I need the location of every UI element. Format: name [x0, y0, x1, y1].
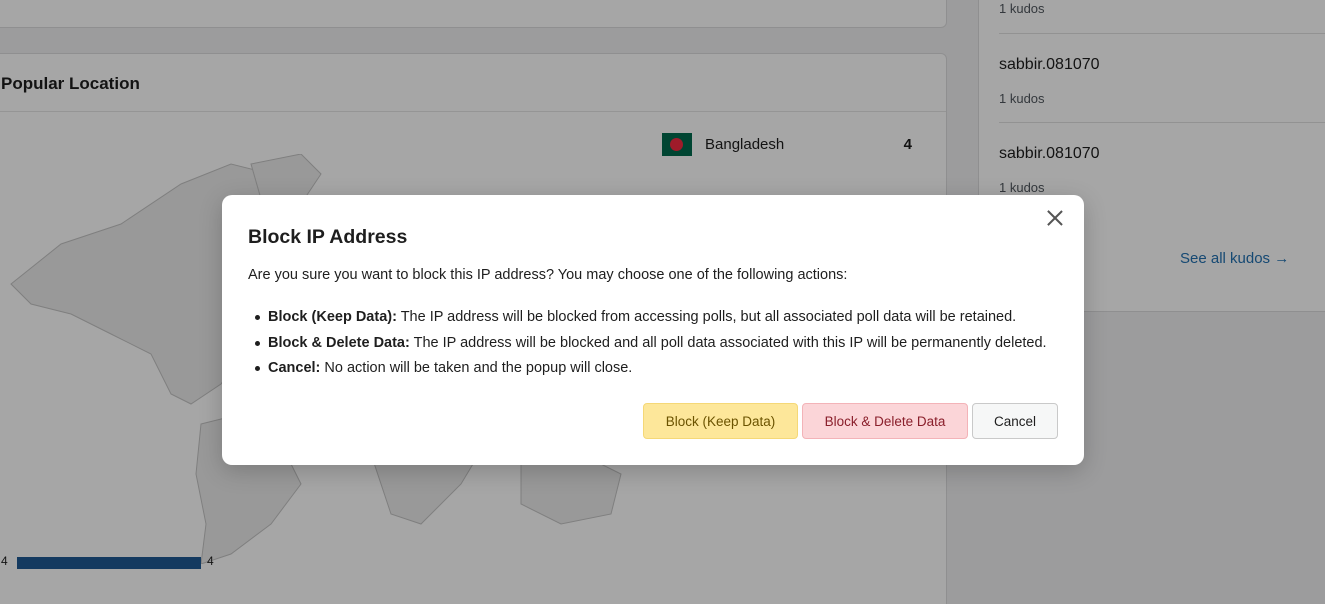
option-text: The IP address will be blocked and all p…	[409, 334, 1047, 351]
option-text: The IP address will be blocked from acce…	[396, 309, 1017, 325]
option-cancel: Cancel: No action will be taken and the …	[248, 358, 1047, 384]
option-label: Block & Delete Data:	[268, 334, 410, 351]
close-icon[interactable]	[1046, 209, 1064, 227]
option-keep-data: Block (Keep Data): The IP address will b…	[248, 307, 1047, 333]
cancel-button[interactable]: Cancel	[972, 403, 1058, 439]
block-ip-dialog: Block IP Address Are you sure you want t…	[222, 195, 1084, 465]
dialog-intro: Are you sure you want to block this IP a…	[248, 267, 848, 283]
options-list: Block (Keep Data): The IP address will b…	[248, 307, 1047, 384]
option-text: No action will be taken and the popup wi…	[320, 360, 633, 376]
block-keep-data-button[interactable]: Block (Keep Data)	[643, 403, 798, 439]
option-delete-data: Block & Delete Data: The IP address will…	[248, 333, 1047, 359]
block-delete-data-button[interactable]: Block & Delete Data	[802, 403, 968, 439]
dialog-title: Block IP Address	[248, 226, 408, 248]
option-label: Cancel:	[268, 360, 321, 376]
option-label: Block (Keep Data):	[268, 309, 397, 325]
